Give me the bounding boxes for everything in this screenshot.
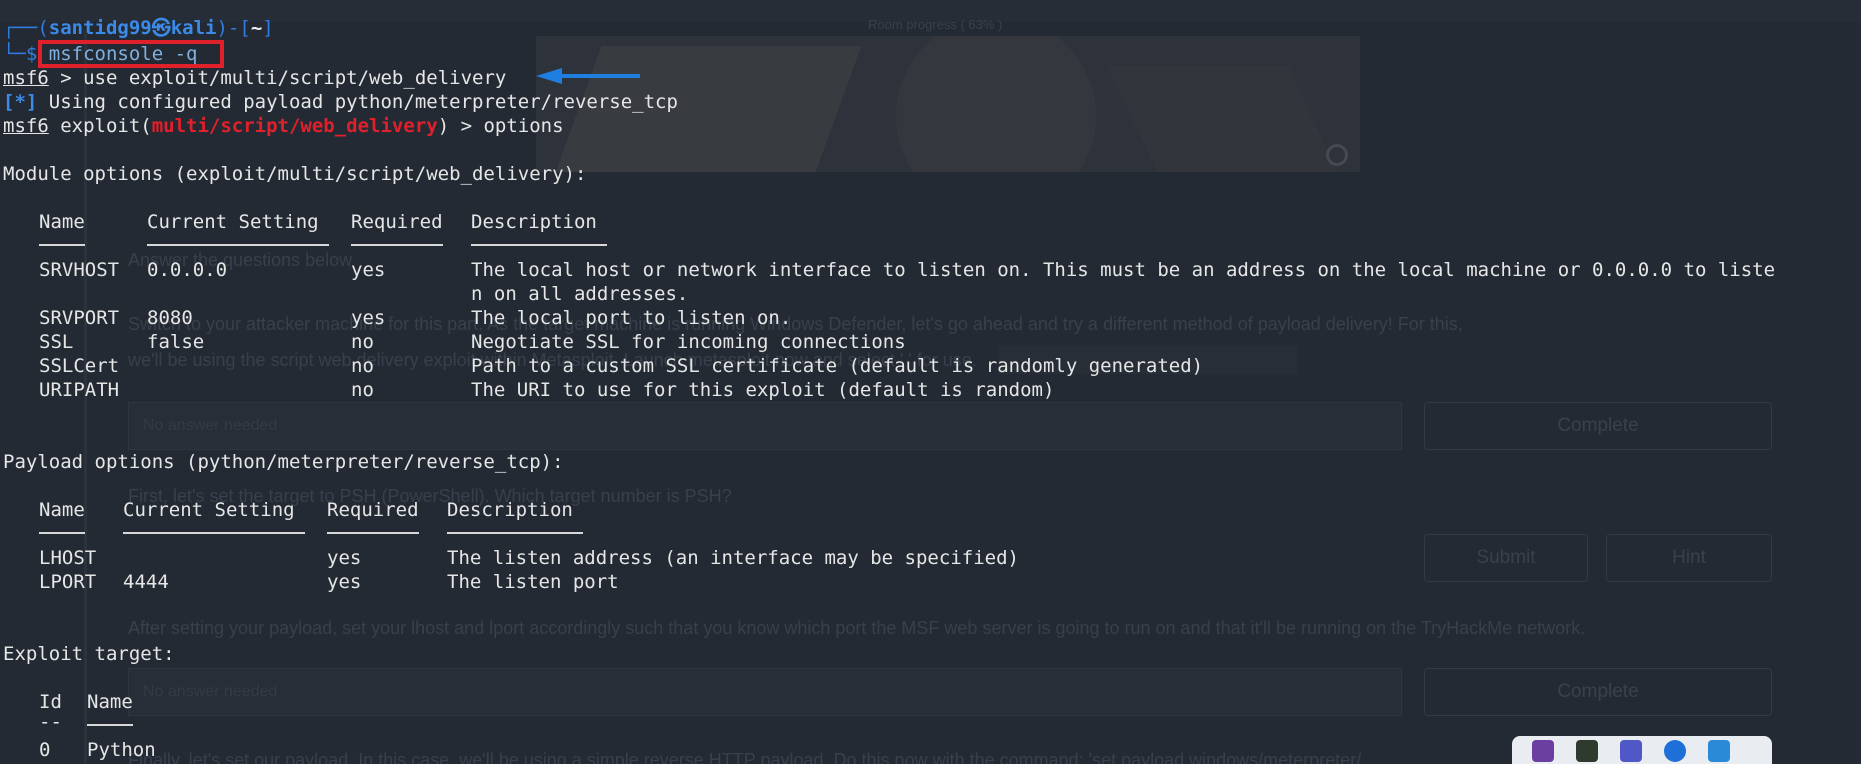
prompt-directory: ~: [250, 17, 263, 39]
header-underline: [39, 244, 85, 246]
header-underline: [327, 532, 419, 534]
module-header-description: Description: [471, 211, 597, 233]
header-underline: [39, 532, 85, 534]
header-underline: [447, 532, 583, 534]
header-underline: [351, 244, 443, 246]
module-options-title: Module options (exploit/multi/script/web…: [3, 163, 587, 185]
payload-header-required: Required: [327, 499, 419, 521]
module-header-setting: Current Setting: [147, 211, 319, 233]
arrow-left-icon: [536, 68, 640, 84]
prompt-header-line: ┌──(santidg99㉿kali)-[~]: [3, 17, 274, 39]
payload-options-title: Payload options (python/meterpreter/reve…: [3, 451, 564, 473]
module-header-required: Required: [351, 211, 443, 233]
module-name: multi/script/web_delivery: [151, 115, 438, 137]
payload-header-setting: Current Setting: [123, 499, 295, 521]
payload-header-name: Name: [39, 499, 85, 521]
use-exploit-line: msf6 > use exploit/multi/script/web_deli…: [3, 67, 507, 89]
info-line: [*] Using configured payload python/mete…: [3, 91, 678, 113]
target-header-name: Name: [87, 691, 133, 713]
msf-prompt: msf6: [3, 67, 49, 89]
module-header-name: Name: [39, 211, 85, 233]
info-tag: [*]: [3, 91, 38, 113]
header-underline: [87, 724, 133, 726]
terminal-window[interactable]: ┌──(santidg99㉿kali)-[~] └─$ msfconsole -…: [0, 0, 1861, 764]
target-id-rule: --: [39, 711, 62, 733]
payload-header-description: Description: [447, 499, 573, 521]
header-underline: [471, 244, 607, 246]
command-highlight-box: [38, 40, 224, 68]
header-underline: [147, 244, 329, 246]
options-command-line: msf6 exploit(multi/script/web_delivery) …: [3, 115, 564, 137]
prompt-user-host: santidg99㉿kali: [48, 17, 217, 39]
exploit-target-title: Exploit target:: [3, 643, 175, 665]
header-underline: [123, 532, 305, 534]
msf-prompt: msf6: [3, 115, 49, 137]
